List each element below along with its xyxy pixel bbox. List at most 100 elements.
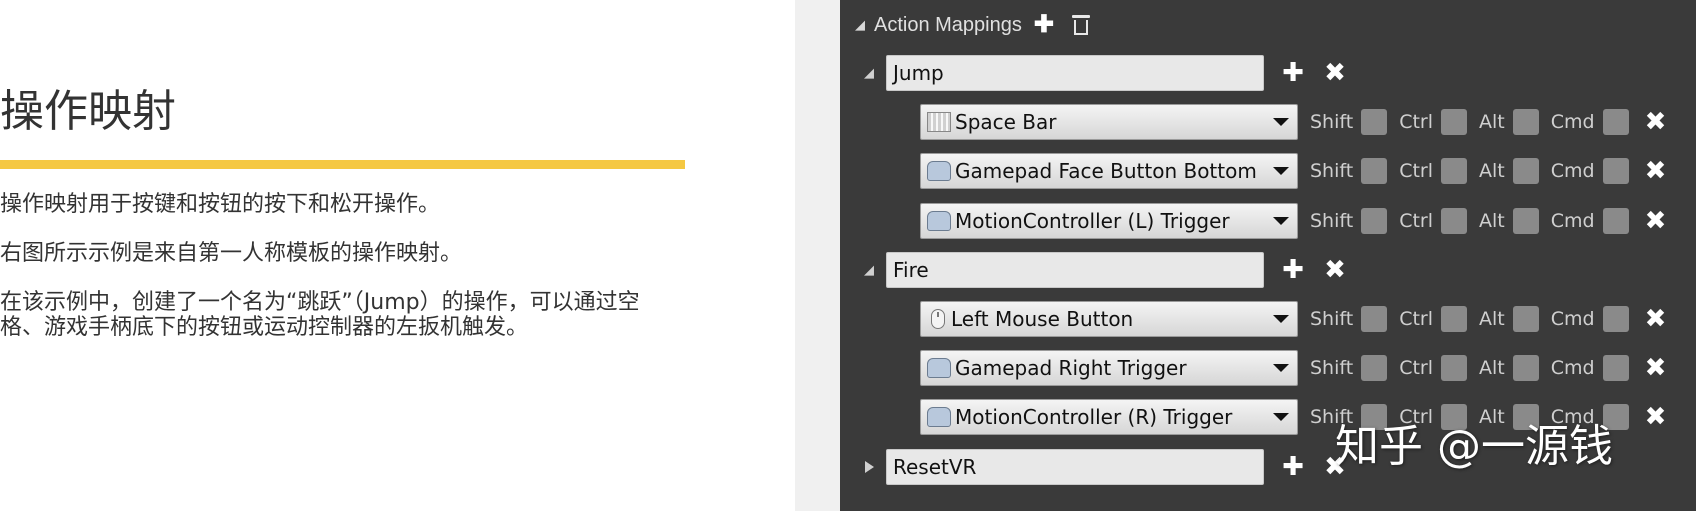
slide-paragraph: 在该示例中，创建了一个名为“跳跃”（Jump）的操作，可以通过空格、游戏手柄底下… <box>0 290 640 340</box>
add-key-button[interactable]: ✚ <box>1280 454 1306 480</box>
key-label: Gamepad Right Trigger <box>955 356 1187 380</box>
key-label: MotionController (R) Trigger <box>955 405 1233 429</box>
modifier-checkbox-ctrl[interactable] <box>1441 158 1467 184</box>
watermark: 知乎 @一源钱 <box>1335 421 1613 472</box>
trash-icon-lid <box>1071 15 1090 18</box>
gamepad-icon <box>927 161 951 181</box>
key-selector-dropdown[interactable]: Left Mouse Button <box>920 301 1298 337</box>
slide-paragraph: 操作映射用于按键和按钮的按下和松开操作。 <box>0 192 441 217</box>
add-key-button[interactable]: ✚ <box>1280 60 1306 86</box>
remove-mapping-button[interactable]: ✖ <box>1322 60 1348 86</box>
key-binding-row: Space Bar Shift Ctrl Alt Cmd ✖ <box>920 103 1666 141</box>
remove-key-button[interactable]: ✖ <box>1645 109 1667 135</box>
key-label: Gamepad Face Button Bottom <box>955 159 1257 183</box>
key-selector-dropdown[interactable]: Gamepad Right Trigger <box>920 350 1298 386</box>
collapsed-triangle-icon[interactable] <box>865 461 874 473</box>
modifier-label-cmd: Cmd <box>1550 357 1595 379</box>
key-selector-dropdown[interactable]: Gamepad Face Button Bottom <box>920 153 1298 189</box>
modifier-checkbox-shift[interactable] <box>1361 355 1388 381</box>
mapping-name-field[interactable]: Jump <box>886 55 1264 91</box>
modifier-label-cmd: Cmd <box>1550 111 1595 133</box>
key-binding-row: Gamepad Face Button Bottom Shift Ctrl Alt Cm… <box>920 152 1666 190</box>
dropdown-arrow-icon <box>1273 364 1289 372</box>
gamepad-icon <box>927 358 951 378</box>
dropdown-arrow-icon <box>1273 167 1289 175</box>
dropdown-arrow-icon <box>1273 118 1289 126</box>
remove-mapping-button[interactable]: ✖ <box>1322 257 1348 283</box>
remove-key-button[interactable]: ✖ <box>1645 404 1667 430</box>
modifier-checkbox-alt[interactable] <box>1512 306 1539 332</box>
modifier-label-shift: Shift <box>1310 210 1354 232</box>
modifier-label-alt: Alt <box>1479 210 1505 232</box>
modifier-label-alt: Alt <box>1479 160 1505 182</box>
modifier-checkbox-ctrl[interactable] <box>1441 109 1467 135</box>
key-binding-row: MotionController (L) Trigger Shift Ctrl Alt… <box>920 202 1666 240</box>
keyboard-icon <box>927 112 951 132</box>
modifier-checkbox-alt[interactable] <box>1512 208 1539 234</box>
mapping-name-field[interactable]: Fire <box>886 252 1264 288</box>
add-mapping-button[interactable]: ✚ <box>1034 13 1054 37</box>
mouse-icon <box>931 309 945 329</box>
modifier-label-cmd: Cmd <box>1550 308 1595 330</box>
collapse-triangle-icon[interactable]: ◢ <box>852 17 868 33</box>
trash-icon <box>1073 20 1088 35</box>
modifier-checkbox-ctrl[interactable] <box>1441 355 1467 381</box>
mapping-name-field[interactable]: ResetVR <box>886 449 1264 485</box>
modifier-label-ctrl: Ctrl <box>1399 111 1433 133</box>
modifier-checkbox-alt[interactable] <box>1512 355 1539 381</box>
modifier-label-alt: Alt <box>1479 111 1505 133</box>
modifier-checkbox-shift[interactable] <box>1361 306 1388 332</box>
modifier-checkbox-cmd[interactable] <box>1602 109 1629 135</box>
modifier-checkbox-alt[interactable] <box>1512 109 1539 135</box>
gutter <box>795 0 840 511</box>
modifier-checkbox-cmd[interactable] <box>1602 306 1629 332</box>
mapping-row-jump: ◢ Jump ✚ ✖ <box>860 54 1348 92</box>
modifier-checkbox-alt[interactable] <box>1512 158 1539 184</box>
plus-icon: ✚ <box>1033 11 1054 38</box>
modifier-label-shift: Shift <box>1310 111 1354 133</box>
dropdown-arrow-icon <box>1273 315 1289 323</box>
slide-title: 操作映射 <box>0 86 176 137</box>
modifier-checkbox-cmd[interactable] <box>1602 158 1629 184</box>
remove-key-button[interactable]: ✖ <box>1645 306 1667 332</box>
key-selector-dropdown[interactable]: MotionController (L) Trigger <box>920 203 1298 239</box>
action-mappings-header: ◢ Action Mappings ✚ <box>852 8 1090 42</box>
modifier-label-cmd: Cmd <box>1550 160 1595 182</box>
key-label: Left Mouse Button <box>951 307 1134 331</box>
mapping-row-resetvr: ResetVR ✚ ✖ <box>860 448 1348 486</box>
key-label: Space Bar <box>955 110 1057 134</box>
title-underline <box>0 160 685 169</box>
gamepad-icon <box>927 407 951 427</box>
key-binding-row: Left Mouse Button Shift Ctrl Alt Cmd ✖ <box>920 300 1666 338</box>
modifier-label-ctrl: Ctrl <box>1399 308 1433 330</box>
modifier-checkbox-cmd[interactable] <box>1602 208 1629 234</box>
modifier-checkbox-ctrl[interactable] <box>1441 208 1467 234</box>
expand-triangle-icon[interactable]: ◢ <box>860 66 878 81</box>
add-key-button[interactable]: ✚ <box>1280 257 1306 283</box>
remove-key-button[interactable]: ✖ <box>1645 355 1667 381</box>
modifier-checkbox-shift[interactable] <box>1361 109 1388 135</box>
action-mappings-label: Action Mappings <box>874 13 1022 36</box>
gamepad-icon <box>927 211 951 231</box>
key-selector-dropdown[interactable]: Space Bar <box>920 104 1298 140</box>
modifier-label-shift: Shift <box>1310 357 1354 379</box>
modifier-label-alt: Alt <box>1479 308 1505 330</box>
remove-key-button[interactable]: ✖ <box>1645 158 1667 184</box>
remove-key-button[interactable]: ✖ <box>1645 208 1667 234</box>
modifier-label-ctrl: Ctrl <box>1399 160 1433 182</box>
key-selector-dropdown[interactable]: MotionController (R) Trigger <box>920 399 1298 435</box>
slide-body: 操作映射用于按键和按钮的按下和松开操作。 右图所示示例是来自第一人称模板的操作映… <box>0 192 680 364</box>
modifier-label-cmd: Cmd <box>1550 210 1595 232</box>
modifier-label-alt: Alt <box>1479 357 1505 379</box>
modifier-checkbox-shift[interactable] <box>1361 158 1388 184</box>
modifier-label-ctrl: Ctrl <box>1399 210 1433 232</box>
modifier-checkbox-shift[interactable] <box>1361 208 1388 234</box>
clear-mappings-button[interactable] <box>1071 15 1090 35</box>
modifier-label-shift: Shift <box>1310 308 1354 330</box>
slide-paragraph: 右图所示示例是来自第一人称模板的操作映射。 <box>0 241 463 266</box>
key-binding-row: Gamepad Right Trigger Shift Ctrl Alt Cmd ✖ <box>920 349 1666 387</box>
modifier-label-ctrl: Ctrl <box>1399 357 1433 379</box>
modifier-checkbox-ctrl[interactable] <box>1441 306 1467 332</box>
modifier-checkbox-cmd[interactable] <box>1602 355 1629 381</box>
expand-triangle-icon[interactable]: ◢ <box>860 263 878 278</box>
